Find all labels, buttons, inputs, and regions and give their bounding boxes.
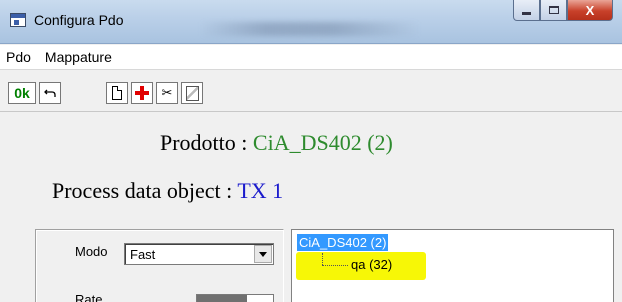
- tree-root-node[interactable]: CiA_DS402 (2): [295, 233, 390, 252]
- edit-button[interactable]: [181, 82, 203, 104]
- window-icon: [10, 13, 26, 27]
- rate-field[interactable]: [196, 294, 274, 302]
- minimize-button[interactable]: [513, 0, 540, 21]
- window-controls: X: [513, 0, 613, 21]
- add-plus-icon: [135, 86, 149, 100]
- product-label: Prodotto :: [160, 130, 253, 155]
- modo-label: Modo: [75, 244, 108, 259]
- pdo-label: Process data object :: [52, 178, 238, 203]
- tree-connector-branch: [322, 265, 348, 266]
- new-document-icon: [112, 86, 122, 100]
- pdo-heading: Process data object : TX 1: [52, 178, 283, 204]
- maximize-button[interactable]: [540, 0, 567, 21]
- ok-button[interactable]: 0k: [8, 82, 36, 104]
- menu-bar: Pdo Mappature: [0, 45, 622, 70]
- title-bar-blur: [200, 22, 420, 36]
- settings-panel: [35, 229, 284, 302]
- menu-mappature[interactable]: Mappature: [45, 49, 112, 65]
- close-button[interactable]: X: [567, 0, 613, 21]
- rate-label: Rate: [75, 292, 103, 302]
- modo-select[interactable]: Fast: [124, 243, 274, 265]
- menu-pdo[interactable]: Pdo: [6, 49, 31, 65]
- cut-button[interactable]: ✂: [156, 82, 178, 104]
- chevron-down-icon[interactable]: [254, 245, 272, 263]
- toolbar-divider: [0, 111, 622, 112]
- ok-button-label: 0k: [14, 85, 30, 101]
- close-icon: X: [585, 2, 595, 18]
- tree-child-node[interactable]: qa (32): [351, 257, 392, 272]
- maximize-icon: [548, 6, 559, 14]
- minimize-icon: [522, 11, 531, 15]
- undo-icon: [44, 89, 56, 97]
- product-heading: Prodotto : CiA_DS402 (2): [160, 130, 393, 156]
- toolbar: 0k ✂: [0, 78, 622, 108]
- add-button[interactable]: [131, 82, 153, 104]
- undo-button[interactable]: [39, 82, 61, 104]
- title-bar: Configura Pdo X: [0, 0, 622, 44]
- edit-icon: [185, 85, 199, 101]
- pdo-value: TX 1: [237, 178, 284, 203]
- modo-value: Fast: [130, 247, 156, 262]
- product-value: CiA_DS402 (2): [252, 130, 393, 155]
- window-title: Configura Pdo: [34, 12, 124, 28]
- tree-connector: [322, 253, 323, 265]
- scissors-icon: ✂: [161, 85, 173, 100]
- new-button[interactable]: [106, 82, 128, 104]
